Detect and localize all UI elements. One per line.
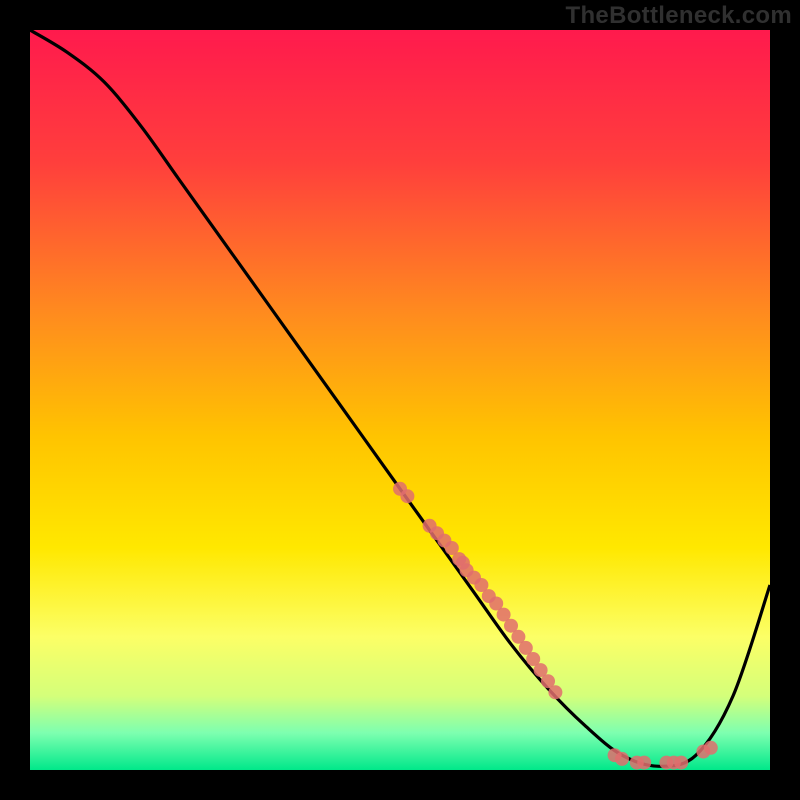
data-point [637,756,651,770]
chart-frame: TheBottleneck.com [0,0,800,800]
data-point [704,741,718,755]
gradient-background [30,30,770,770]
data-point [548,685,562,699]
data-point [674,756,688,770]
data-point [615,752,629,766]
data-point [400,489,414,503]
watermark-text: TheBottleneck.com [566,2,792,30]
bottleneck-curve-chart [0,0,800,800]
